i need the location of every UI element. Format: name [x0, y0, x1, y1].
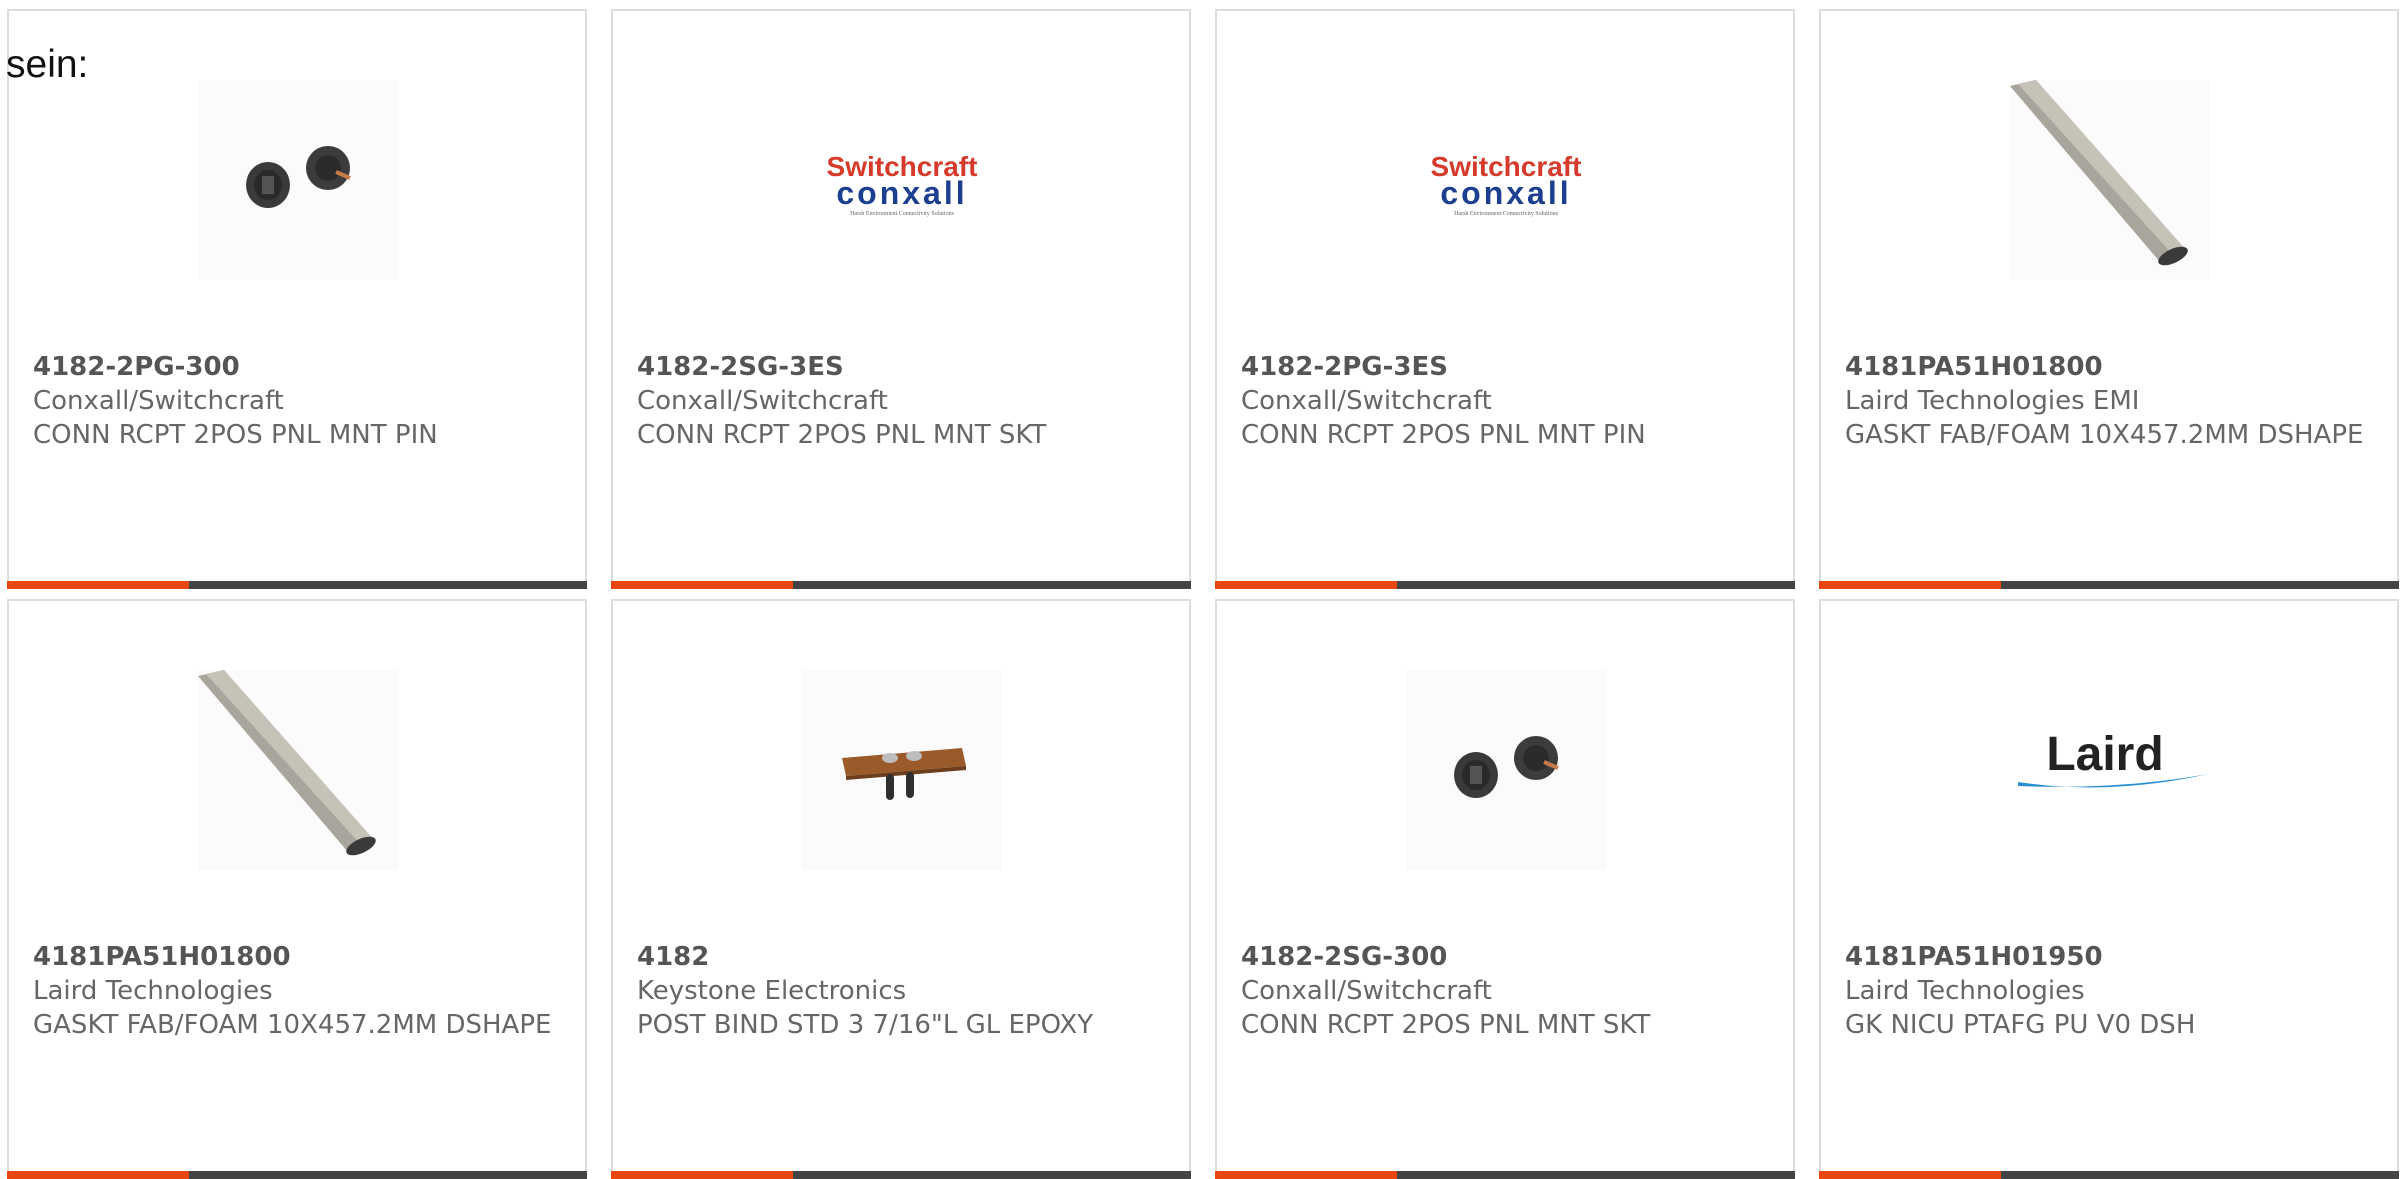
product-info: 4182-2PG-300 Conxall/Switchcraft CONN RC…: [33, 350, 563, 452]
card-accent-bar: [1819, 581, 2001, 589]
product-description: GK NICU PTAFG PU V0 DSH: [1845, 1010, 2196, 1040]
manufacturer-name: Conxall/Switchcraft: [33, 386, 284, 416]
gasket-strip-image[interactable]: [2010, 80, 2210, 280]
svg-text:Harsh Environment Connectivity: Harsh Environment Connectivity Solutions: [850, 211, 954, 217]
connector-pair-image[interactable]: [1406, 670, 1606, 870]
product-card[interactable]: 4182 Keystone Electronics POST BIND STD …: [611, 599, 1191, 1179]
product-description: CONN RCPT 2POS PNL MNT PIN: [33, 420, 438, 450]
manufacturer-name: Laird Technologies: [33, 976, 273, 1006]
svg-text:Laird: Laird: [2046, 728, 2163, 781]
part-number-link[interactable]: 4181PA51H01950: [1845, 940, 2375, 974]
part-number-link[interactable]: 4182-2PG-300: [33, 350, 563, 384]
part-number-link[interactable]: 4182-2PG-3ES: [1241, 350, 1771, 384]
part-number-link[interactable]: 4181PA51H01800: [33, 940, 563, 974]
gasket-strip-image[interactable]: [198, 670, 398, 870]
product-description: CONN RCPT 2POS PNL MNT PIN: [1241, 420, 1646, 450]
card-footer-bar: [611, 581, 1191, 589]
part-number-link[interactable]: 4182-2SG-3ES: [637, 350, 1167, 384]
manufacturer-name: Conxall/Switchcraft: [637, 386, 888, 416]
card-accent-bar: [611, 581, 793, 589]
part-number-link[interactable]: 4182: [637, 940, 1167, 974]
svg-text:conxall: conxall: [1440, 175, 1571, 211]
card-accent-bar: [611, 1171, 793, 1179]
product-description: GASKT FAB/FOAM 10X457.2MM DSHAPE: [33, 1010, 552, 1040]
product-card[interactable]: 4182-2SG-300 Conxall/Switchcraft CONN RC…: [1215, 599, 1795, 1179]
card-footer-bar: [7, 581, 587, 589]
card-footer-bar: [7, 1171, 587, 1179]
product-info: 4181PA51H01950 Laird Technologies GK NIC…: [1845, 940, 2375, 1042]
product-info: 4182-2SG-3ES Conxall/Switchcraft CONN RC…: [637, 350, 1167, 452]
part-number-link[interactable]: 4181PA51H01800: [1845, 350, 2375, 384]
card-accent-bar: [1215, 1171, 1397, 1179]
connector-pair-image[interactable]: [198, 80, 398, 280]
product-description: POST BIND STD 3 7/16"L GL EPOXY: [637, 1010, 1094, 1040]
switchcraft-conxall-logo[interactable]: Switchcraft conxall Harsh Environment Co…: [1406, 80, 1606, 280]
part-number-link[interactable]: 4182-2SG-300: [1241, 940, 1771, 974]
manufacturer-name: Conxall/Switchcraft: [1241, 386, 1492, 416]
manufacturer-name: Keystone Electronics: [637, 976, 907, 1006]
page-heading: sein:: [6, 43, 89, 86]
product-card[interactable]: 4181PA51H01800 Laird Technologies EMI GA…: [1819, 9, 2399, 589]
product-info: 4182 Keystone Electronics POST BIND STD …: [637, 940, 1167, 1042]
manufacturer-name: Laird Technologies: [1845, 976, 2085, 1006]
card-accent-bar: [1215, 581, 1397, 589]
card-footer-bar: [1215, 581, 1795, 589]
laird-logo[interactable]: Laird: [2010, 670, 2210, 870]
product-description: CONN RCPT 2POS PNL MNT SKT: [1241, 1010, 1651, 1040]
card-footer-bar: [1819, 1171, 2399, 1179]
product-info: 4182-2PG-3ES Conxall/Switchcraft CONN RC…: [1241, 350, 1771, 452]
product-info: 4181PA51H01800 Laird Technologies EMI GA…: [1845, 350, 2375, 452]
card-footer-bar: [611, 1171, 1191, 1179]
card-footer-bar: [1215, 1171, 1795, 1179]
switchcraft-conxall-logo[interactable]: Switchcraft conxall Harsh Environment Co…: [802, 80, 1002, 280]
binding-post-image[interactable]: [802, 670, 1002, 870]
product-info: 4181PA51H01800 Laird Technologies GASKT …: [33, 940, 563, 1042]
product-card[interactable]: 4182-2PG-300 Conxall/Switchcraft CONN RC…: [7, 9, 587, 589]
manufacturer-name: Conxall/Switchcraft: [1241, 976, 1492, 1006]
svg-text:conxall: conxall: [836, 175, 967, 211]
card-accent-bar: [1819, 1171, 2001, 1179]
card-footer-bar: [1819, 581, 2399, 589]
product-card[interactable]: 4181PA51H01800 Laird Technologies GASKT …: [7, 599, 587, 1179]
product-card[interactable]: Switchcraft conxall Harsh Environment Co…: [611, 9, 1191, 589]
manufacturer-name: Laird Technologies EMI: [1845, 386, 2140, 416]
card-accent-bar: [7, 581, 189, 589]
product-description: GASKT FAB/FOAM 10X457.2MM DSHAPE: [1845, 420, 2364, 450]
card-accent-bar: [7, 1171, 189, 1179]
product-card[interactable]: Laird 4181PA51H01950 Laird Technologies …: [1819, 599, 2399, 1179]
product-info: 4182-2SG-300 Conxall/Switchcraft CONN RC…: [1241, 940, 1771, 1042]
product-card[interactable]: Switchcraft conxall Harsh Environment Co…: [1215, 9, 1795, 589]
product-description: CONN RCPT 2POS PNL MNT SKT: [637, 420, 1047, 450]
svg-text:Harsh Environment Connectivity: Harsh Environment Connectivity Solutions: [1454, 211, 1558, 217]
